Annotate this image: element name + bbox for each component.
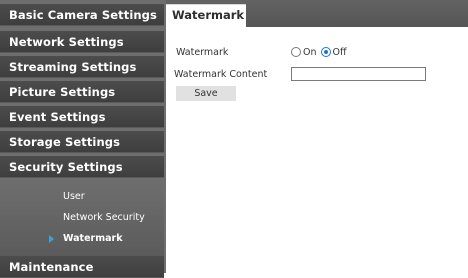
- submenu-item-network-security[interactable]: Network Security: [0, 209, 164, 227]
- sidebar-item-storage-settings[interactable]: Storage Settings: [0, 131, 164, 153]
- watermark-label: Watermark: [176, 47, 229, 58]
- sidebar-item-security-settings[interactable]: Security Settings: [0, 156, 164, 178]
- watermark-off-radio[interactable]: [320, 47, 331, 57]
- triangle-right-icon: [49, 235, 54, 243]
- watermark-radio-group: On Off: [291, 45, 351, 59]
- submenu-item-user[interactable]: User: [0, 188, 164, 206]
- submenu-item-watermark[interactable]: Watermark: [0, 230, 164, 248]
- sidebar-item-network-settings[interactable]: Network Settings: [0, 31, 164, 53]
- watermark-on-label[interactable]: On: [303, 47, 317, 58]
- sidebar-item-streaming-settings[interactable]: Streaming Settings: [0, 56, 164, 78]
- security-submenu: User Network Security Watermark: [0, 181, 164, 256]
- sidebar-item-picture-settings[interactable]: Picture Settings: [0, 81, 164, 103]
- sidebar-item-event-settings[interactable]: Event Settings: [0, 106, 164, 128]
- watermark-content-label: Watermark Content: [174, 69, 268, 80]
- save-button[interactable]: Save: [176, 86, 236, 101]
- submenu-item-watermark-label: Watermark: [63, 233, 123, 244]
- sidebar-item-basic-camera-settings[interactable]: Basic Camera Settings: [0, 4, 164, 26]
- tab-watermark[interactable]: Watermark: [166, 4, 246, 27]
- sidebar-item-maintenance[interactable]: Maintenance: [0, 256, 164, 278]
- watermark-content-input[interactable]: [291, 67, 426, 81]
- watermark-on-radio[interactable]: [291, 47, 301, 57]
- watermark-off-label[interactable]: Off: [333, 47, 347, 58]
- sidebar: Basic Camera Settings Network Settings S…: [0, 0, 166, 278]
